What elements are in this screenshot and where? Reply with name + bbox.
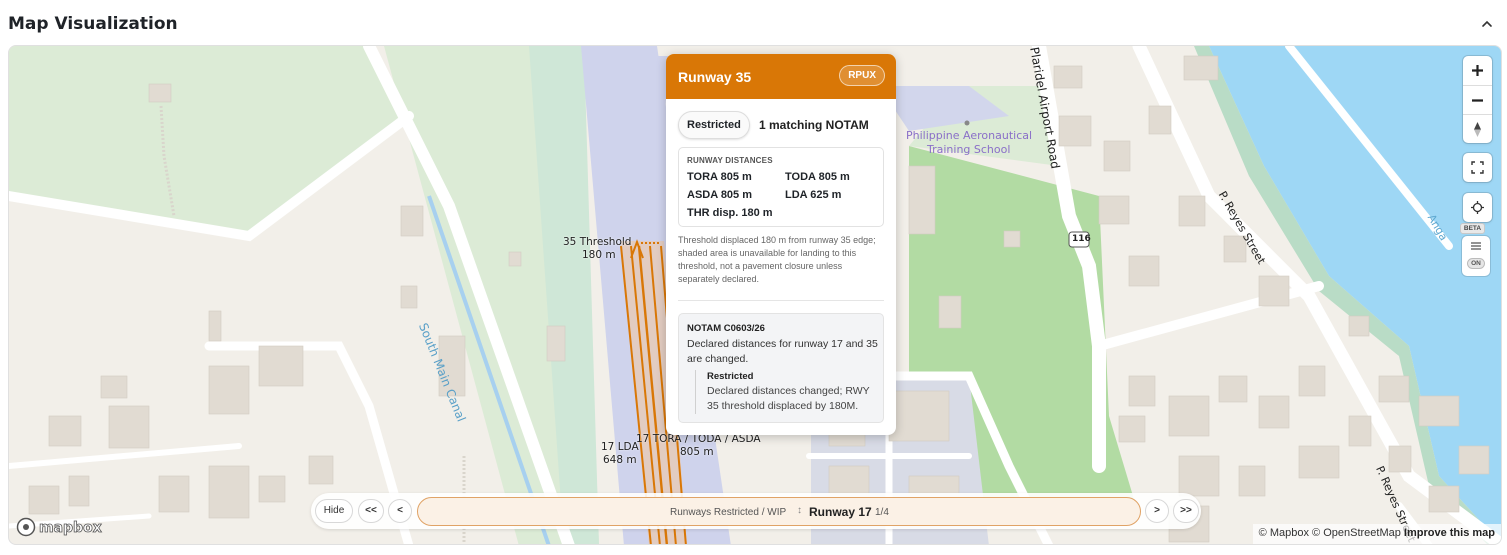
distance-thr: THR disp. 180 m [687,207,773,219]
plus-icon[interactable] [1463,56,1492,85]
sort-icon: ↕ [797,505,802,516]
runway-position-count: 1/4 [875,507,889,518]
popup-divider [678,300,884,301]
notam-id: NOTAM C0603/26 [687,323,765,334]
runway-label-17-lda-value: 648 m [603,454,637,466]
map-canvas[interactable]: South Main Canal Philippine Aeronautical… [8,45,1502,545]
minus-icon[interactable] [1463,85,1492,114]
runway-label-35-threshold: 35 Threshold [563,236,632,248]
mapbox-logo-text: mapbox [39,520,102,536]
compass-icon[interactable] [1463,114,1492,143]
runway-group-label: Runways Restricted / WIP [670,507,787,518]
locate-control [1463,193,1492,222]
zoom-controls [1463,56,1492,143]
beta-badge: BETA [1460,223,1485,234]
airport-code-badge: RPUX [839,65,885,86]
section-title: Map Visualization [8,14,178,34]
mapbox-attribution-link[interactable]: © Mapbox [1259,527,1309,539]
crosshair-icon[interactable] [1463,193,1492,222]
restriction-text: Declared distances changed; RWY 35 thres… [707,385,870,412]
osm-attribution-link[interactable]: © OpenStreetMap [1312,527,1401,539]
runway-label-17-lda: 17 LDA [601,441,639,453]
runway-distances-box: RUNWAY DISTANCES TORA 805 m TODA 805 m A… [678,147,884,227]
current-runway-name: Runway 17 [809,505,872,519]
first-button[interactable]: << [358,499,384,523]
popup-title: Runway 35 [678,69,752,85]
status-badge: Restricted [678,111,750,139]
notam-match-count: 1 matching NOTAM [759,118,869,132]
page: Map Visualization South Main Canal Phili… [0,0,1507,555]
school-label-line1: Philippine Aeronautical [906,129,1033,142]
popup-header: Runway 35 RPUX [666,54,896,99]
runway-label-35-threshold-value: 180 m [582,249,616,261]
current-runway-selector[interactable]: Runways Restricted / WIP ↕ Runway 17 1/4 [417,497,1141,526]
mapbox-logo[interactable]: mapbox [16,516,116,538]
runway-label-17-tora-value: 805 m [680,446,714,458]
improve-map-link[interactable]: Improve this map [1404,527,1495,539]
map-attribution: © Mapbox © OpenStreetMap Improve this ma… [1252,524,1501,544]
distance-tora: TORA 805 m [687,171,752,183]
fullscreen-icon[interactable] [1463,153,1492,182]
threshold-note: Threshold displaced 180 m from runway 35… [678,235,876,284]
distance-asda: ASDA 805 m [687,189,753,201]
hide-button[interactable]: Hide [315,499,353,523]
last-button[interactable]: >> [1173,499,1199,523]
fullscreen-control [1463,153,1492,182]
distance-lda: LDA 625 m [785,189,842,201]
layers-icon [1471,242,1481,250]
toggle-state: ON [1467,258,1485,269]
layers-toggle[interactable]: ON [1462,236,1490,276]
next-button[interactable]: > [1145,499,1169,523]
notam-restriction: Restricted Declared distances changed; R… [695,370,877,414]
notam-card: NOTAM C0603/26 Declared distances for ru… [678,313,884,423]
runway-navigator: Hide << < Runways Restricted / WIP ↕ Run… [311,493,1201,529]
prev-button[interactable]: < [388,499,412,523]
route-shield-label: 116 [1072,234,1091,244]
chevron-up-icon[interactable] [1479,16,1495,32]
school-label-line2: Training School [927,143,1011,156]
runway-popup: Runway 35 RPUX Restricted 1 matching NOT… [666,54,896,435]
restriction-title: Restricted [707,371,754,382]
distance-toda: TODA 805 m [785,171,850,183]
section-header: Map Visualization [8,14,1499,38]
notam-description: Declared distances for runway 17 and 35 … [687,338,878,365]
distances-heading: RUNWAY DISTANCES [687,156,773,165]
